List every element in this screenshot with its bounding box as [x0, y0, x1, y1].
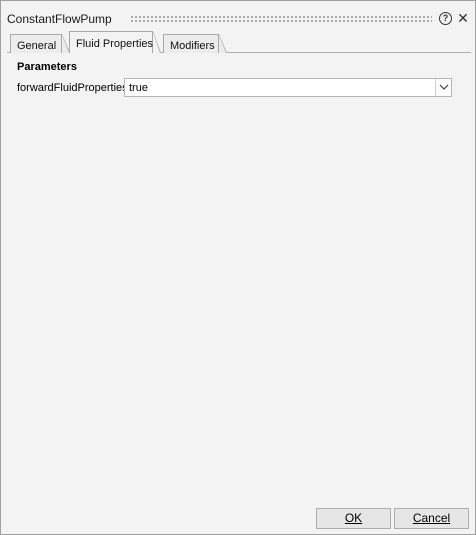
tab-fluid-properties[interactable]: Fluid Properties: [69, 31, 161, 53]
close-icon[interactable]: ✕: [457, 11, 469, 25]
cancel-button[interactable]: Cancel: [394, 508, 469, 529]
tab-general[interactable]: General: [10, 34, 70, 53]
chevron-down-icon: [439, 84, 449, 90]
forward-fluid-properties-select[interactable]: true: [124, 78, 452, 97]
drag-grip[interactable]: [130, 15, 432, 23]
select-value: true: [129, 82, 148, 94]
title-bar[interactable]: ConstantFlowPump ? ✕: [1, 1, 475, 31]
window-title: ConstantFlowPump: [7, 12, 112, 26]
cancel-button-label: Cancel: [412, 511, 451, 525]
ok-button[interactable]: OK: [316, 508, 391, 529]
param-label-forward-fluid-properties: forwardFluidProperties: [17, 82, 128, 94]
help-icon[interactable]: ?: [439, 12, 452, 25]
dialog-window: ConstantFlowPump ? ✕ General Fluid Prope…: [0, 0, 476, 535]
parameters-heading: Parameters: [17, 61, 77, 73]
dropdown-button[interactable]: [435, 79, 451, 96]
tab-modifiers[interactable]: Modifiers: [163, 34, 227, 53]
ok-button-label: OK: [344, 511, 363, 525]
tab-bar: General Fluid Properties Modifiers: [7, 31, 473, 53]
